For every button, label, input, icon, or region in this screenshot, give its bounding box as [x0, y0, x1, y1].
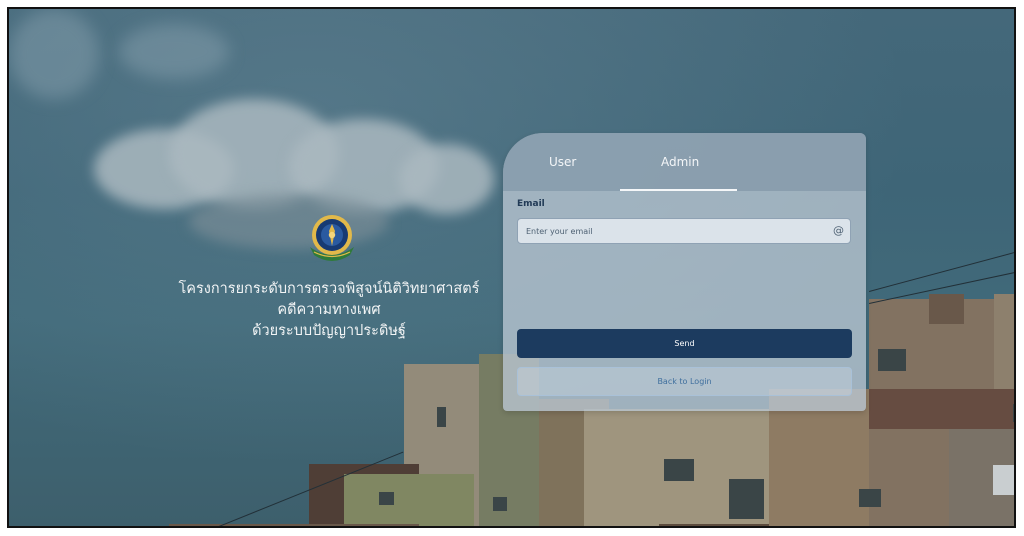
tab-user[interactable]: User	[549, 155, 576, 169]
tab-admin[interactable]: Admin	[661, 155, 699, 169]
institution-emblem-icon	[310, 215, 354, 261]
email-label: Email	[517, 199, 545, 209]
at-icon: @	[833, 224, 844, 237]
window	[859, 489, 881, 507]
building	[929, 294, 964, 324]
window	[664, 459, 694, 481]
window	[437, 407, 446, 427]
login-tabs: User Admin	[503, 133, 866, 191]
window	[993, 465, 1014, 495]
window	[379, 492, 394, 505]
window	[878, 349, 906, 371]
cloud	[399, 144, 494, 214]
cloud-wisp	[119, 24, 229, 79]
back-to-login-button[interactable]: Back to Login	[517, 367, 852, 396]
window	[1013, 404, 1014, 422]
building	[344, 474, 474, 526]
building	[169, 524, 419, 526]
email-field-container: @	[517, 218, 851, 244]
project-title-line-1: โครงการยกระดับการตรวจพิสูจน์นิติวิทยาศาส…	[178, 281, 480, 297]
email-input[interactable]	[518, 219, 834, 243]
window	[729, 479, 764, 519]
send-button[interactable]: Send	[517, 329, 852, 358]
cloud-wisp	[9, 9, 99, 99]
project-title-line-3: ด้วยระบบปัญญาประดิษฐ์	[252, 323, 406, 339]
window	[493, 497, 507, 511]
project-title-line-2: คดีความทางเพศ	[277, 302, 381, 318]
login-card: User Admin Email @ Send Back to Login	[503, 133, 866, 411]
building	[869, 389, 1014, 429]
active-tab-indicator	[620, 189, 737, 191]
